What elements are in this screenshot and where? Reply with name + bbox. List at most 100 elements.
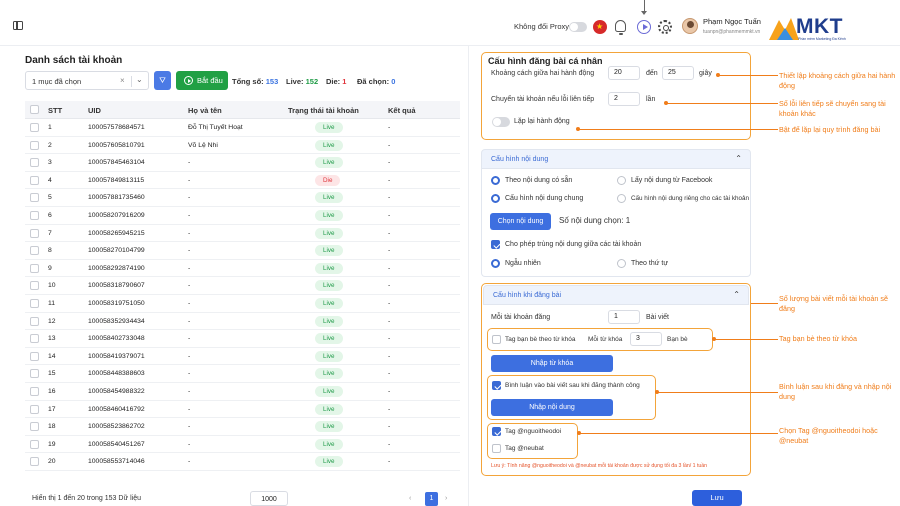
gear-icon[interactable] bbox=[658, 20, 672, 34]
row-checkbox[interactable] bbox=[30, 140, 39, 150]
radio-existing-content[interactable] bbox=[491, 176, 500, 185]
tag-follower-checkbox[interactable] bbox=[492, 427, 501, 436]
status-badge: Live bbox=[315, 386, 343, 397]
chevron-up-icon[interactable]: ⌃ bbox=[733, 290, 740, 299]
sidebar-toggle-icon[interactable] bbox=[13, 21, 23, 30]
row-checkbox[interactable] bbox=[30, 422, 39, 432]
cell-stt: 5 bbox=[48, 194, 52, 202]
row-checkbox[interactable] bbox=[30, 211, 39, 220]
row-checkbox[interactable] bbox=[30, 387, 39, 396]
row-checkbox[interactable] bbox=[30, 158, 39, 168]
cell-result: - bbox=[388, 335, 391, 343]
filter-button[interactable]: ⛛ bbox=[154, 71, 171, 90]
table-row[interactable]: 9 100058292874190 - Live - bbox=[25, 260, 460, 278]
row-checkbox[interactable] bbox=[30, 351, 39, 361]
enter-keyword-button[interactable]: Nhập từ khóa bbox=[491, 355, 613, 372]
interval-to-input[interactable]: 25 bbox=[662, 66, 694, 80]
table-row[interactable]: 10 100058318790607 - Live - bbox=[25, 277, 460, 295]
repeat-toggle[interactable] bbox=[492, 117, 510, 127]
table-row[interactable]: 5 100057881735460 - Live - bbox=[25, 189, 460, 207]
per-account-input[interactable]: 1 bbox=[608, 310, 640, 324]
stat-total: Tổng số: 153 bbox=[232, 77, 279, 86]
radio-separate-content[interactable] bbox=[617, 194, 626, 203]
table-row[interactable]: 14 100058419379071 - Live - bbox=[25, 348, 460, 366]
radio-facebook-content[interactable] bbox=[617, 176, 626, 185]
play-icon[interactable] bbox=[637, 20, 651, 34]
cell-stt: 15 bbox=[48, 370, 56, 378]
select-all-checkbox[interactable] bbox=[30, 105, 39, 114]
cell-name: Đỗ Thị Tuyết Hoạt bbox=[188, 124, 243, 131]
avatar[interactable] bbox=[682, 18, 698, 34]
row-checkbox[interactable] bbox=[30, 123, 39, 132]
table-row[interactable]: 13 100058402733048 - Live - bbox=[25, 330, 460, 348]
table-row[interactable]: 15 100058448388603 - Live - bbox=[25, 365, 460, 383]
tag-neubat-checkbox[interactable] bbox=[492, 444, 501, 453]
account-filter-select[interactable]: 1 mục đã chọn × ⌄ bbox=[25, 71, 149, 90]
save-button[interactable]: Lưu bbox=[692, 490, 742, 506]
row-checkbox[interactable] bbox=[30, 457, 39, 467]
table-row[interactable]: 18 100058523862702 - Live - bbox=[25, 418, 460, 436]
allow-duplicate-checkbox[interactable] bbox=[491, 240, 500, 249]
table-row[interactable]: 17 100058460416792 - Live - bbox=[25, 401, 460, 419]
cell-stt: 8 bbox=[48, 247, 52, 255]
row-checkbox[interactable] bbox=[30, 334, 39, 344]
enter-content-button[interactable]: Nhập nội dung bbox=[491, 399, 613, 416]
choose-content-button[interactable]: Chọn nội dung bbox=[490, 213, 551, 230]
table-row[interactable]: 19 100058540451267 - Live - bbox=[25, 436, 460, 454]
row-checkbox[interactable] bbox=[30, 193, 39, 203]
tag-friends-checkbox[interactable] bbox=[492, 335, 501, 344]
cell-stt: 7 bbox=[48, 229, 52, 237]
page-1-button[interactable]: 1 bbox=[425, 492, 438, 506]
row-checkbox[interactable] bbox=[30, 316, 39, 326]
vietnam-flag-icon[interactable] bbox=[593, 20, 607, 34]
annotation-interval: Thiết lập khoảng cách giữa hai hành động bbox=[779, 71, 896, 90]
chevron-up-icon[interactable]: ⌃ bbox=[735, 154, 742, 163]
cell-name: - bbox=[188, 264, 191, 272]
table-row[interactable]: 3 100057845463104 - Live - bbox=[25, 154, 460, 172]
interval-from-input[interactable]: 20 bbox=[608, 66, 640, 80]
radio-common-content[interactable] bbox=[491, 194, 500, 203]
start-button[interactable]: Bắt đầu bbox=[176, 71, 228, 90]
chevron-down-icon[interactable]: ⌄ bbox=[136, 75, 143, 84]
posting-config-title: Cấu hình khi đăng bài bbox=[493, 292, 562, 299]
cell-result: - bbox=[388, 212, 391, 219]
table-row[interactable]: 20 100058553714046 - Live - bbox=[25, 453, 460, 471]
table-row[interactable]: 1 100057578684571 Đỗ Thị Tuyết Hoạt Live - bbox=[25, 119, 460, 137]
table-row[interactable]: 7 100058265945215 - Live - bbox=[25, 225, 460, 243]
bell-icon[interactable] bbox=[615, 20, 626, 35]
table-row[interactable]: 4 100057849813115 - Die - bbox=[25, 172, 460, 190]
table-row[interactable]: 11 100058319751050 - Live - bbox=[25, 295, 460, 313]
row-checkbox[interactable] bbox=[30, 175, 39, 185]
row-checkbox[interactable] bbox=[30, 404, 39, 414]
posting-config-header[interactable]: Cấu hình khi đăng bài ⌃ bbox=[483, 285, 749, 305]
status-badge: Live bbox=[315, 368, 343, 380]
row-checkbox[interactable] bbox=[30, 281, 39, 291]
per-keyword-input[interactable]: 3 bbox=[630, 332, 662, 346]
clear-icon[interactable]: × bbox=[120, 76, 125, 85]
cell-result: - bbox=[388, 423, 391, 431]
comment-checkbox[interactable] bbox=[492, 381, 501, 390]
proxy-toggle[interactable] bbox=[569, 22, 587, 32]
prev-page-icon[interactable]: ‹ bbox=[409, 495, 411, 502]
status-badge: Live bbox=[315, 298, 343, 309]
row-checkbox[interactable] bbox=[30, 439, 39, 449]
radio-order[interactable] bbox=[617, 259, 626, 268]
row-checkbox[interactable] bbox=[30, 299, 39, 308]
table-row[interactable]: 2 100057605810791 Võ Lệ Nhi Live - bbox=[25, 137, 460, 155]
content-config-header[interactable]: Cấu hình nội dung ⌃ bbox=[481, 149, 751, 169]
page-size-select[interactable]: 1000 bbox=[250, 491, 288, 506]
status-badge: Live bbox=[315, 122, 343, 133]
table-row[interactable]: 12 100058352934434 - Live - bbox=[25, 313, 460, 331]
row-checkbox[interactable] bbox=[30, 369, 39, 379]
table-row[interactable]: 8 100058270104799 - Live - bbox=[25, 242, 460, 260]
table-row[interactable]: 6 100058207916209 - Live - bbox=[25, 207, 460, 225]
cell-uid: 100058270104799 bbox=[88, 247, 145, 255]
row-checkbox[interactable] bbox=[30, 263, 39, 273]
switch-account-input[interactable]: 2 bbox=[608, 92, 640, 106]
row-checkbox[interactable] bbox=[30, 246, 39, 256]
next-page-icon[interactable]: › bbox=[445, 495, 447, 502]
radio-random[interactable] bbox=[491, 259, 500, 268]
row-checkbox[interactable] bbox=[30, 228, 39, 238]
cell-name: - bbox=[188, 423, 191, 431]
table-row[interactable]: 16 100058454988322 - Live - bbox=[25, 383, 460, 401]
